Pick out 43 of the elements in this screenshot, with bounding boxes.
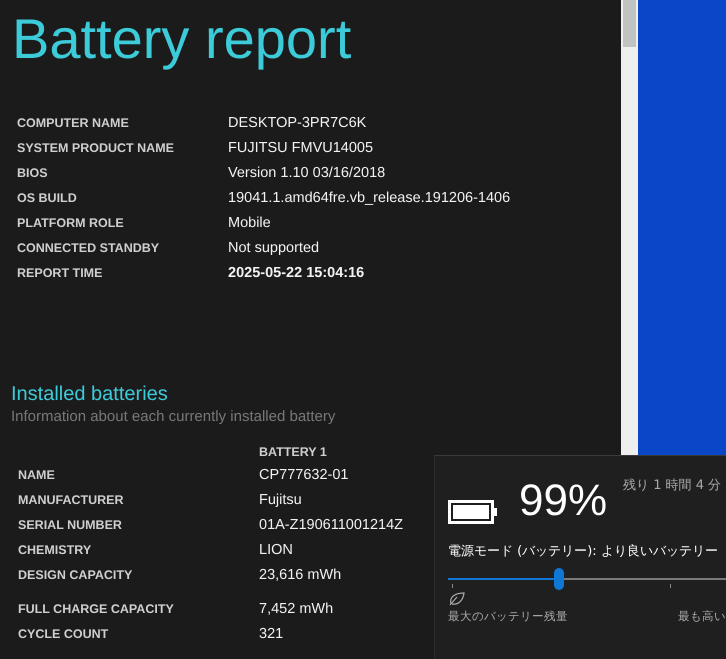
battery-label: DESIGN CAPACITY <box>18 568 134 582</box>
info-label: CONNECTED STANDBY <box>17 240 160 254</box>
slider-min-label: 最大のバッテリー残量 <box>448 609 568 624</box>
time-remaining: 残り 1 時間 4 分 <box>623 477 722 494</box>
battery-value: 321 <box>259 626 284 642</box>
battery-value: 01A-Z190611001214Z <box>259 516 404 532</box>
battery-label: NAME <box>18 468 56 482</box>
scrollbar-thumb[interactable] <box>623 0 636 47</box>
info-label: REPORT TIME <box>17 266 104 280</box>
battery-value: CP777632-01 <box>259 466 348 482</box>
battery-percent: 99% <box>519 476 608 526</box>
slider-thumb[interactable] <box>554 568 564 590</box>
info-label: BIOS <box>17 166 49 180</box>
power-mode-label: 電源モード (バッテリー): より良いバッテリー <box>448 543 719 560</box>
battery-value: LION <box>259 542 293 558</box>
info-label: COMPUTER NAME <box>17 116 130 130</box>
battery-value: 23,616 mWh <box>259 566 342 582</box>
battery-label: FULL CHARGE CAPACITY <box>18 602 175 616</box>
battery-label: CYCLE COUNT <box>18 626 110 640</box>
info-value: FUJITSU FMVU14005 <box>228 140 374 156</box>
power-mode-slider[interactable] <box>448 568 726 590</box>
info-label: SYSTEM PRODUCT NAME <box>17 140 175 154</box>
battery-label: CHEMISTRY <box>18 542 92 556</box>
info-value: Version 1.10 03/16/2018 <box>228 164 386 180</box>
info-label: PLATFORM ROLE <box>17 216 125 230</box>
section-heading: Installed batteries <box>10 383 169 406</box>
battery-icon <box>448 500 498 524</box>
leaf-icon <box>448 591 466 607</box>
battery-value: 7,452 mWh <box>259 600 334 616</box>
info-label: OS BUILD <box>17 190 78 204</box>
info-value: 2025-05-22 15:04:16 <box>228 264 364 280</box>
battery-value: Fujitsu <box>259 492 302 508</box>
battery-label: SERIAL NUMBER <box>18 518 123 532</box>
info-value: DESKTOP-3PR7C6K <box>228 114 366 130</box>
column-header: BATTERY 1 <box>259 445 327 459</box>
battery-label: MANUFACTURER <box>18 492 125 506</box>
section-subtitle: Information about each currently installed battery <box>10 408 336 425</box>
info-value: Mobile <box>228 214 271 230</box>
info-value: 19041.1.amd64fre.vb_release.191206-1406 <box>228 190 510 206</box>
report-title: Battery report <box>11 6 352 72</box>
slider-max-label: 最も高い <box>678 609 726 624</box>
scrollbar[interactable] <box>621 0 638 455</box>
info-value: Not supported <box>228 240 320 256</box>
